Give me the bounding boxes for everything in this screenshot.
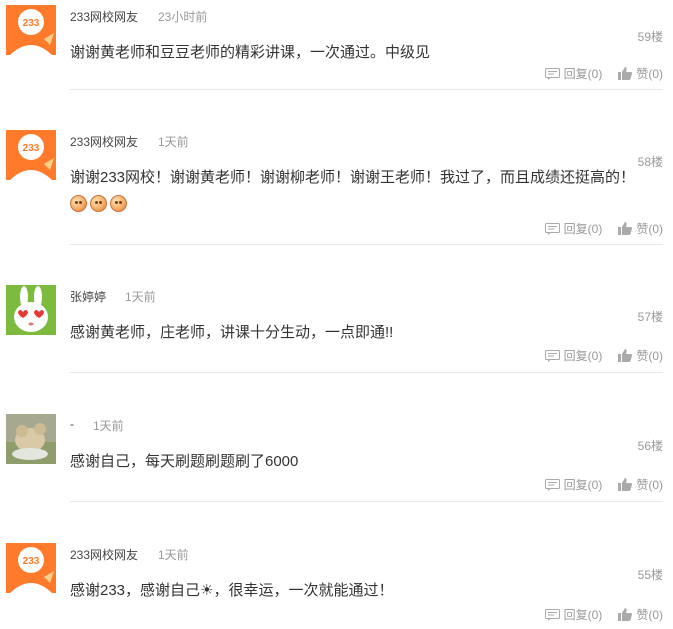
comment-text: 感谢黄老师，庄老师，讲课十分生动，一点即通!! — [70, 324, 394, 341]
username[interactable]: 233网校网友 — [70, 133, 138, 150]
comment-actions: 回复(0) 赞(0) — [529, 220, 663, 237]
emoji-icon — [90, 195, 107, 212]
like-label: 赞(0) — [636, 478, 663, 492]
comment-actions: 回复(0) 赞(0) — [529, 347, 663, 364]
comment-item: 233 233网校网友 1天前 58楼 谢谢233网校！谢谢黄老师！谢谢柳老师！… — [0, 130, 673, 259]
like-button[interactable]: 赞(0) — [618, 220, 663, 237]
233-logo-icon: 233 — [6, 130, 56, 180]
avatar[interactable]: 233 — [6, 130, 56, 180]
comment-text: 谢谢233网校！谢谢黄老师！谢谢柳老师！谢谢王老师！我过了，而且成绩还挺高的！ — [70, 169, 636, 186]
like-button[interactable]: 赞(0) — [618, 65, 663, 82]
comment-item: 233 233网校网友 23小时前 59楼 谢谢黄老师和豆豆老师的精彩讲课，一次… — [0, 5, 673, 134]
reply-button[interactable]: 回复(0) — [544, 606, 603, 623]
like-button[interactable]: 赞(0) — [618, 476, 663, 493]
reply-label: 回复(0) — [563, 349, 603, 363]
comment-text: 感谢自己，每天刷题刷题刷了6000 — [70, 453, 299, 470]
timestamp: 23小时前 — [158, 10, 208, 24]
timestamp: 1天前 — [93, 419, 124, 433]
reply-label: 回复(0) — [563, 478, 603, 492]
comment-item: - 1天前 56楼 感谢自己，每天刷题刷题刷了6000 回复(0) 赞(0) — [0, 414, 673, 543]
timestamp: 1天前 — [158, 548, 189, 562]
like-label: 赞(0) — [636, 222, 663, 236]
avatar[interactable]: 233 — [6, 543, 56, 593]
emoji-icon — [110, 195, 127, 212]
divider — [70, 372, 663, 373]
timestamp: 1天前 — [125, 290, 156, 304]
rabbit-icon — [6, 285, 56, 335]
reply-icon — [544, 67, 560, 80]
reply-icon — [544, 608, 560, 621]
username[interactable]: 张婷婷 — [70, 288, 106, 305]
reply-icon — [544, 349, 560, 362]
thumbs-up-icon — [618, 222, 633, 235]
comment-actions: 回复(0) 赞(0) — [529, 476, 663, 493]
avatar[interactable] — [6, 285, 56, 335]
reply-label: 回复(0) — [563, 222, 603, 236]
like-label: 赞(0) — [636, 349, 663, 363]
thumbs-up-icon — [618, 349, 633, 362]
comment-text-wrapper: 谢谢233网校！谢谢黄老师！谢谢柳老师！谢谢王老师！我过了，而且成绩还挺高的！ — [70, 164, 650, 218]
svg-text:233: 233 — [23, 143, 40, 154]
avatar[interactable]: 233 — [6, 5, 56, 55]
thumbs-up-icon — [618, 67, 633, 80]
svg-text:233: 233 — [23, 556, 40, 567]
reply-icon — [544, 222, 560, 235]
emoji-icon — [70, 195, 87, 212]
username[interactable]: 233网校网友 — [70, 8, 138, 25]
comment-text: 谢谢黄老师和豆豆老师的精彩讲课，一次通过。中级见 — [70, 44, 431, 61]
233-logo-icon: 233 — [6, 5, 56, 55]
thumbs-up-icon — [618, 478, 633, 491]
divider — [70, 244, 663, 245]
username[interactable]: 233网校网友 — [70, 546, 138, 563]
comment-actions: 回复(0) 赞(0) — [529, 606, 663, 623]
username[interactable]: - — [70, 417, 74, 431]
reply-label: 回复(0) — [563, 67, 603, 81]
reply-button[interactable]: 回复(0) — [544, 65, 603, 82]
comment-text: 感谢233，感谢自己☀，很幸运，一次就能通过！ — [70, 582, 394, 599]
233-logo-icon: 233 — [6, 543, 56, 593]
reply-button[interactable]: 回复(0) — [544, 220, 603, 237]
reply-icon — [544, 478, 560, 491]
reply-label: 回复(0) — [563, 608, 603, 622]
like-button[interactable]: 赞(0) — [618, 606, 663, 623]
divider — [70, 89, 663, 90]
user-photo-icon — [6, 414, 56, 464]
like-button[interactable]: 赞(0) — [618, 347, 663, 364]
reply-button[interactable]: 回复(0) — [544, 347, 603, 364]
comment-item: 233 233网校网友 1天前 55楼 感谢233，感谢自己☀，很幸运，一次就能… — [0, 543, 673, 629]
like-label: 赞(0) — [636, 608, 663, 622]
divider — [70, 501, 663, 502]
comment-item: 张婷婷 1天前 57楼 感谢黄老师，庄老师，讲课十分生动，一点即通!! 回复(0… — [0, 285, 673, 414]
svg-text:233: 233 — [23, 18, 40, 29]
like-label: 赞(0) — [636, 67, 663, 81]
avatar[interactable] — [6, 414, 56, 464]
timestamp: 1天前 — [158, 135, 189, 149]
comment-actions: 回复(0) 赞(0) — [529, 65, 663, 82]
reply-button[interactable]: 回复(0) — [544, 476, 603, 493]
thumbs-up-icon — [618, 608, 633, 621]
